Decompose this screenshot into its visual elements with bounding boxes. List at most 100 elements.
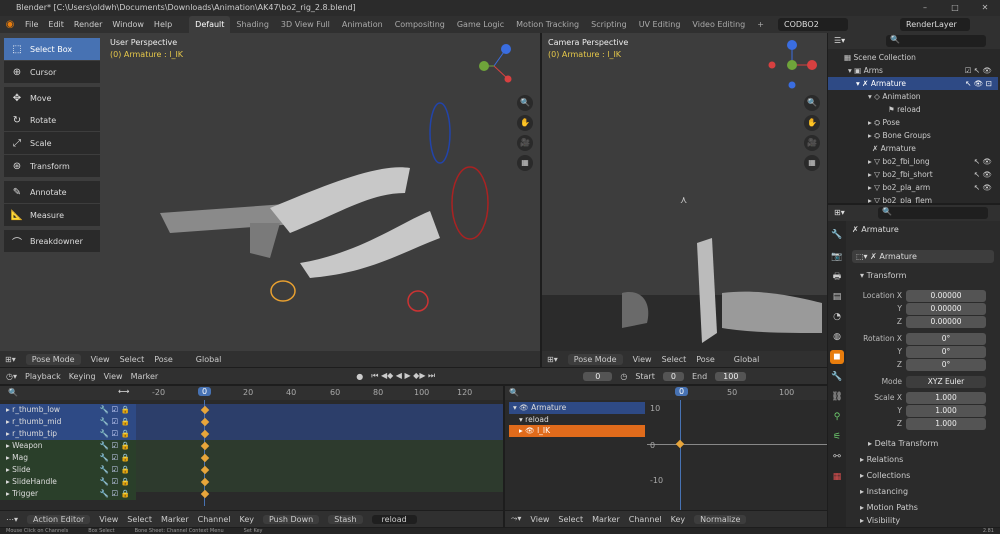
outliner-item[interactable]: ▸ ⛭ Bone Groups: [828, 129, 998, 142]
instancing-panel[interactable]: ▸ Instancing: [850, 484, 996, 499]
dopesheet-mode-select[interactable]: Action Editor: [27, 514, 91, 524]
stash-button[interactable]: Stash: [328, 514, 363, 524]
rotation-x-field[interactable]: 0°: [906, 333, 986, 345]
menu-help[interactable]: Help: [149, 16, 177, 33]
marker-menu[interactable]: Marker: [131, 372, 159, 381]
tool-rotate[interactable]: ↻ Rotate: [4, 109, 100, 131]
end-frame-field[interactable]: 100: [715, 371, 747, 381]
viewport-camera-perspective[interactable]: Camera Perspective (0) Armature : l_IK ⋏…: [542, 33, 827, 367]
dopesheet-editor-icon[interactable]: ⋯▾: [6, 515, 18, 524]
playback-controls[interactable]: ⏮ ◀◆ ◀ ▶ ◆▶ ⏭: [371, 371, 435, 381]
action-selector[interactable]: reload: [371, 514, 417, 524]
channel-row[interactable]: ▸ Trigger 🔧 ☑ 🔒: [0, 488, 136, 500]
menu-select[interactable]: Select: [662, 355, 687, 364]
menu-key[interactable]: Key: [239, 515, 254, 524]
outliner-item[interactable]: ▾ ◇ Animation: [828, 90, 998, 103]
menu-pose[interactable]: Pose: [154, 355, 173, 364]
texture-icon[interactable]: ▦: [830, 470, 844, 484]
tool-measure[interactable]: 📐 Measure: [4, 204, 100, 226]
menu-edit[interactable]: Edit: [43, 16, 69, 33]
rotation-y-field[interactable]: 0°: [906, 346, 986, 358]
scale-z-field[interactable]: 1.000: [906, 418, 986, 430]
menu-select[interactable]: Select: [558, 515, 583, 524]
relations-panel[interactable]: ▸ Relations: [850, 452, 996, 467]
outliner-item[interactable]: ▸ ⛭ Pose: [828, 116, 998, 129]
tool-cursor[interactable]: ⊕ Cursor: [4, 61, 100, 83]
mode-select[interactable]: Pose Mode: [567, 353, 623, 365]
render-layer-selector[interactable]: RenderLayer: [900, 18, 970, 31]
workspace-tab-default[interactable]: Default: [189, 16, 231, 33]
search-icon[interactable]: 🔍: [8, 388, 18, 397]
menu-channel[interactable]: Channel: [629, 515, 662, 524]
workspace-tab-scripting[interactable]: Scripting: [585, 16, 633, 33]
output-icon[interactable]: 🖶: [830, 270, 844, 284]
tool-move[interactable]: ✥ Move: [4, 87, 100, 109]
workspace-tab-animation[interactable]: Animation: [336, 16, 389, 33]
blender-logo-icon[interactable]: ◉: [0, 19, 20, 30]
tool-select-box[interactable]: ⬚ Select Box: [4, 38, 100, 60]
channel-row[interactable]: ▸ Slide 🔧 ☑ 🔒: [0, 464, 136, 476]
tool-settings-icon[interactable]: 🔧: [830, 228, 844, 242]
delta-transform-panel[interactable]: ▸ Delta Transform: [850, 436, 996, 451]
clock-icon[interactable]: ◷▾: [6, 372, 17, 381]
menu-select[interactable]: Select: [120, 355, 145, 364]
close-button[interactable]: ✕: [970, 0, 1000, 16]
outliner[interactable]: ☰▾ 🔍 ▦ Scene Collection ▾ ▣ Arms ☑ ↖ 👁 ▾ …: [828, 33, 1000, 203]
viewport-user-perspective[interactable]: User Perspective (0) Armature : l_IK ⬚ Se…: [0, 33, 540, 367]
workspace-tab-gamelogic[interactable]: Game Logic: [451, 16, 510, 33]
navigation-gizmo[interactable]: [764, 39, 820, 89]
rotation-z-field[interactable]: 0°: [906, 359, 986, 371]
outliner-item[interactable]: ✗ Armature: [828, 142, 998, 155]
menu-channel[interactable]: Channel: [198, 515, 231, 524]
menu-render[interactable]: Render: [69, 16, 107, 33]
camera-icon[interactable]: 🎥: [804, 135, 820, 151]
visibility-panel[interactable]: ▸ Visibility: [850, 514, 996, 527]
camera-icon[interactable]: 🎥: [517, 135, 533, 151]
bone-icon[interactable]: ⚟: [830, 430, 844, 444]
view-menu[interactable]: View: [104, 372, 123, 381]
workspace-tab-videoediting[interactable]: Video Editing: [686, 16, 751, 33]
keyframe[interactable]: [675, 439, 685, 449]
perspective-grid-icon[interactable]: ▦: [804, 155, 820, 171]
zoom-icon[interactable]: 🔍: [804, 95, 820, 111]
menu-select[interactable]: Select: [127, 515, 152, 524]
pan-hand-icon[interactable]: ✋: [804, 115, 820, 131]
menu-pose[interactable]: Pose: [696, 355, 715, 364]
menu-view[interactable]: View: [633, 355, 652, 364]
tool-breakdowner[interactable]: ⌒ Breakdowner: [4, 230, 100, 252]
properties-type-icon[interactable]: ⊞▾: [834, 208, 845, 217]
menu-marker[interactable]: Marker: [161, 515, 189, 524]
menu-view[interactable]: View: [99, 515, 118, 524]
bone-constraint-icon[interactable]: ⚯: [830, 450, 844, 464]
start-frame-field[interactable]: 0: [662, 371, 684, 381]
navigation-gizmo[interactable]: [470, 41, 520, 86]
location-x-field[interactable]: 0.00000: [906, 290, 986, 302]
properties-search-input[interactable]: 🔍: [878, 207, 988, 219]
outliner-search-input[interactable]: 🔍: [886, 35, 986, 47]
use-preview-range-icon[interactable]: ◷: [620, 372, 627, 381]
scene-selector[interactable]: CODBO2: [778, 18, 848, 31]
workspace-tab-3dview[interactable]: 3D View Full: [275, 16, 336, 33]
rotation-mode-select[interactable]: XYZ Euler: [906, 376, 986, 388]
outliner-item[interactable]: ▸ ▽ bo2_pla_arm ↖ 👁: [828, 181, 998, 194]
channel-row[interactable]: ▸ Weapon 🔧 ☑ 🔒: [0, 440, 136, 452]
push-down-button[interactable]: Push Down: [262, 514, 320, 524]
menu-view[interactable]: View: [91, 355, 110, 364]
keying-menu[interactable]: Keying: [69, 372, 96, 381]
scale-y-field[interactable]: 1.000: [906, 405, 986, 417]
location-z-field[interactable]: 0.00000: [906, 316, 986, 328]
editor-type-icon[interactable]: ⊞▾: [5, 355, 16, 364]
outliner-item-selected[interactable]: ▾ ✗ Armature ↖ 👁 ⊡: [828, 77, 998, 90]
channel-row[interactable]: ▸ SlideHandle 🔧 ☑ 🔒: [0, 476, 136, 488]
orientation-select[interactable]: Global: [196, 355, 222, 364]
outliner-item[interactable]: ▾ ▣ Arms ☑ ↖ 👁: [828, 64, 998, 77]
graph-tree-bone[interactable]: ▸ 👁 l_IK: [509, 425, 645, 437]
motion-paths-panel[interactable]: ▸ Motion Paths: [850, 500, 996, 515]
outliner-item[interactable]: ▦ Scene Collection: [828, 51, 998, 64]
current-frame-field[interactable]: 0: [583, 371, 613, 381]
workspace-tab-motiontracking[interactable]: Motion Tracking: [510, 16, 585, 33]
record-icon[interactable]: ●: [356, 372, 363, 381]
normalize-toggle[interactable]: Normalize: [694, 514, 747, 524]
menu-window[interactable]: Window: [107, 16, 149, 33]
maximize-button[interactable]: □: [940, 0, 970, 16]
